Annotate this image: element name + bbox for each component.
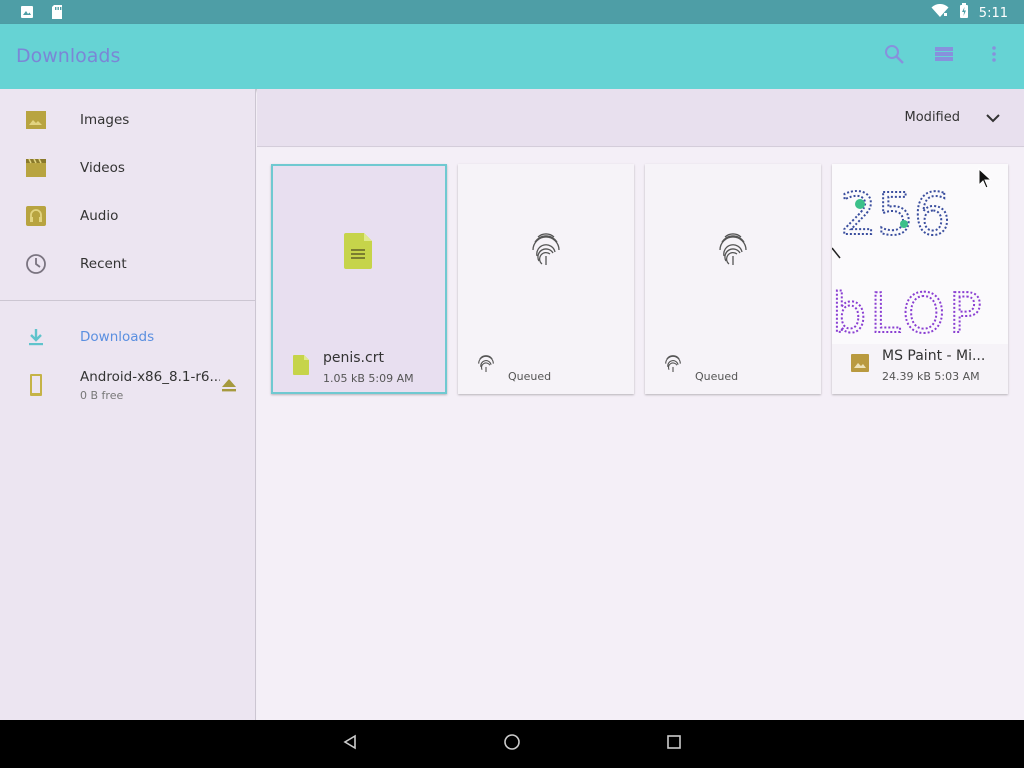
more-options-button[interactable] bbox=[982, 44, 1006, 68]
file-meta: Queued bbox=[508, 370, 552, 383]
search-icon bbox=[883, 43, 905, 69]
drive-name: Android-x86_8.1-r6... bbox=[80, 369, 220, 385]
divider bbox=[0, 300, 255, 301]
sidebar-item-label: Downloads bbox=[80, 329, 155, 345]
sidebar-item-videos[interactable]: Videos bbox=[0, 144, 255, 192]
file-name: penis.crt bbox=[323, 350, 384, 366]
page-title: Downloads bbox=[16, 45, 121, 67]
notification-image-icon bbox=[20, 4, 34, 20]
navigation-drawer: Images Videos Audio Recent Downloads And… bbox=[0, 89, 256, 720]
file-card[interactable]: Queued bbox=[458, 164, 634, 394]
sidebar-item-audio[interactable]: Audio bbox=[0, 192, 255, 240]
clock-icon bbox=[24, 252, 48, 276]
file-thumbnail bbox=[645, 164, 821, 344]
document-icon bbox=[344, 233, 374, 273]
sidebar-item-label: Videos bbox=[80, 160, 125, 176]
image-icon bbox=[850, 352, 870, 374]
home-icon bbox=[503, 733, 521, 755]
search-button[interactable] bbox=[882, 44, 906, 68]
drive-icon bbox=[24, 373, 48, 401]
system-navigation-bar bbox=[0, 720, 1024, 768]
more-options-icon bbox=[991, 45, 997, 67]
fingerprint-icon bbox=[530, 232, 562, 270]
fingerprint-icon bbox=[663, 352, 683, 374]
sidebar-item-images[interactable]: Images bbox=[0, 96, 255, 144]
sort-bar: Modified bbox=[257, 89, 1024, 147]
document-icon bbox=[291, 354, 311, 376]
thumb-text-bottom: bLOP bbox=[832, 282, 986, 344]
battery-icon bbox=[959, 3, 969, 23]
back-button[interactable] bbox=[338, 732, 362, 756]
sidebar-item-label: Audio bbox=[80, 208, 119, 224]
fingerprint-icon bbox=[476, 352, 496, 374]
file-card[interactable]: Queued bbox=[645, 164, 821, 394]
sort-label[interactable]: Modified bbox=[905, 110, 960, 125]
recents-button[interactable] bbox=[662, 732, 686, 756]
recents-icon bbox=[666, 734, 682, 754]
image-icon bbox=[24, 108, 48, 132]
app-bar: Downloads bbox=[0, 24, 1024, 89]
sidebar-item-drive[interactable]: Android-x86_8.1-r6... 0 B free bbox=[0, 361, 255, 413]
list-view-icon bbox=[934, 45, 954, 67]
audio-icon bbox=[24, 204, 48, 228]
eject-icon[interactable] bbox=[218, 375, 240, 395]
file-name: MS Paint - Mi... bbox=[882, 348, 986, 364]
file-thumbnail bbox=[273, 166, 445, 346]
drive-free-space: 0 B free bbox=[80, 389, 124, 402]
file-meta: 1.05 kB 5:09 AM bbox=[323, 372, 414, 385]
sidebar-item-label: Recent bbox=[80, 256, 127, 272]
file-thumbnail bbox=[458, 164, 634, 344]
mouse-cursor-icon bbox=[978, 167, 993, 194]
fingerprint-icon bbox=[717, 232, 749, 270]
file-card[interactable]: 256 bLOP MS Paint - Mi... 24.39 kB 5:03 … bbox=[832, 164, 1008, 394]
download-icon bbox=[24, 325, 48, 349]
status-bar: 5:11 bbox=[0, 0, 1024, 24]
clock-time: 5:11 bbox=[978, 5, 1008, 21]
thumb-text-top: 256 bbox=[840, 180, 951, 248]
video-icon bbox=[24, 156, 48, 180]
home-button[interactable] bbox=[500, 732, 524, 756]
list-view-button[interactable] bbox=[932, 44, 956, 68]
file-meta: 24.39 kB 5:03 AM bbox=[882, 370, 980, 383]
file-meta: Queued bbox=[695, 370, 739, 383]
sidebar-item-recent[interactable]: Recent bbox=[0, 240, 255, 288]
back-icon bbox=[342, 734, 358, 754]
wifi-icon bbox=[931, 3, 949, 22]
sidebar-item-downloads[interactable]: Downloads bbox=[0, 313, 255, 361]
chevron-down-icon[interactable] bbox=[982, 107, 1004, 129]
sd-card-icon bbox=[50, 4, 64, 20]
sidebar-item-label: Images bbox=[80, 112, 130, 128]
file-card[interactable]: penis.crt 1.05 kB 5:09 AM bbox=[271, 164, 447, 394]
file-grid: penis.crt 1.05 kB 5:09 AM Queued Queued … bbox=[257, 148, 1024, 720]
